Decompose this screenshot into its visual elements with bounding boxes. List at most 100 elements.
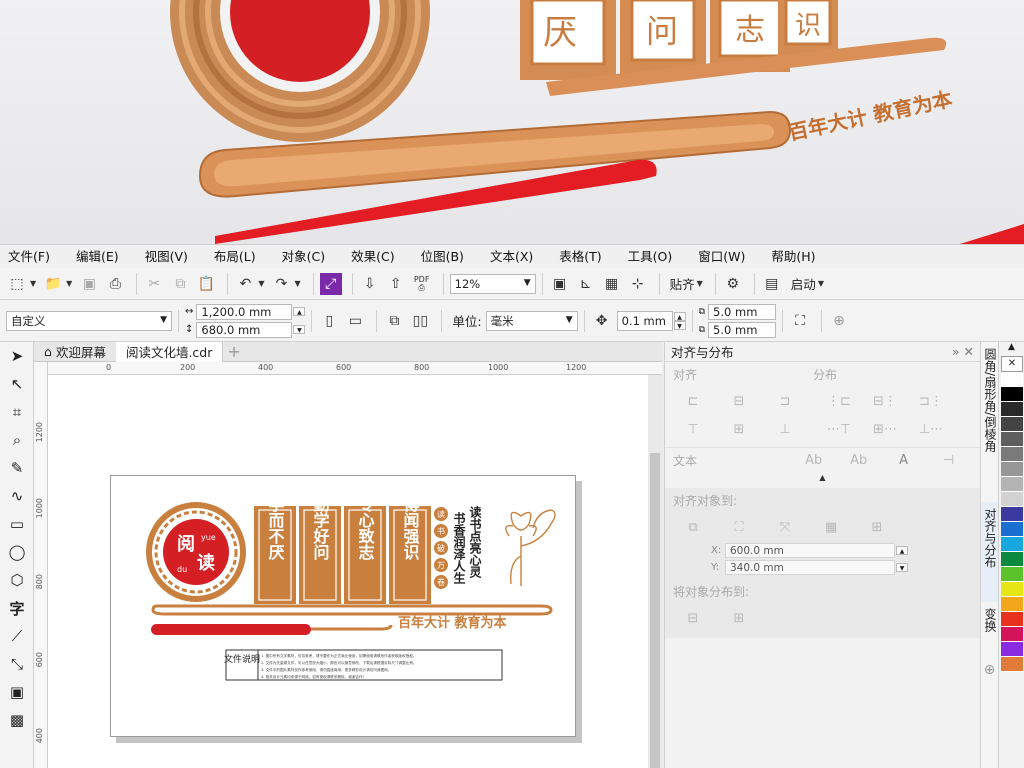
show-guidelines-icon[interactable]: ⊹ bbox=[627, 273, 649, 295]
point-y-input[interactable]: 340.0 mm bbox=[725, 560, 895, 575]
menu-help[interactable]: 帮助(H) bbox=[771, 246, 815, 265]
drawing-canvas[interactable]: 阅 读 yue du 学而不厌 勤学好问 专心致志 博闻强识 读 书 破 万 卷… bbox=[48, 375, 648, 768]
color-swatch[interactable] bbox=[1001, 657, 1023, 672]
current-page-icon[interactable]: ▯▯ bbox=[409, 310, 431, 332]
add-tab-icon[interactable]: + bbox=[227, 342, 240, 361]
page-preset-select[interactable]: 自定义 ▼ bbox=[6, 310, 172, 331]
crop-tool-icon[interactable]: ⌗ bbox=[0, 398, 34, 426]
distribute-left-icon[interactable]: ⋮⊏ bbox=[825, 389, 853, 413]
height-spinner[interactable]: ▼ bbox=[293, 325, 306, 334]
align-left-icon[interactable]: ⊏ bbox=[679, 389, 707, 413]
color-swatch[interactable] bbox=[1001, 432, 1023, 447]
drop-shadow-icon[interactable]: ▣ bbox=[0, 678, 34, 706]
grid-icon[interactable]: ▦ bbox=[817, 515, 845, 539]
color-swatch[interactable] bbox=[1001, 537, 1023, 552]
color-swatch[interactable] bbox=[1001, 552, 1023, 567]
spin-down-icon[interactable]: ▼ bbox=[896, 563, 908, 572]
color-swatch[interactable] bbox=[1001, 492, 1023, 507]
active-objects-icon[interactable]: ⧉ bbox=[679, 515, 707, 539]
menu-tools[interactable]: 工具(O) bbox=[628, 246, 673, 265]
color-swatch[interactable] bbox=[1001, 597, 1023, 612]
snap-to-button[interactable]: 贴齐 bbox=[670, 274, 695, 293]
print-icon[interactable]: ⎙ bbox=[104, 273, 126, 295]
align-right-icon[interactable]: ⊐ bbox=[771, 389, 799, 413]
collapse-icon[interactable]: » bbox=[952, 344, 960, 359]
page-edge-icon[interactable]: ⛶ bbox=[725, 515, 753, 539]
vertical-ruler[interactable]: 1200 1000 800 600 400 bbox=[34, 362, 48, 768]
page-extent-icon[interactable]: ⊞ bbox=[725, 606, 753, 630]
menu-bitmaps[interactable]: 位图(B) bbox=[421, 246, 464, 265]
distribute-bottom-icon[interactable]: ⊥⋯ bbox=[917, 417, 945, 441]
show-grid-icon[interactable]: ▦ bbox=[601, 273, 623, 295]
distribute-top-icon[interactable]: ⋯⊤ bbox=[825, 417, 853, 441]
chevron-down-icon[interactable]: ▼ bbox=[30, 279, 36, 288]
chevron-down-icon[interactable]: ▼ bbox=[818, 279, 824, 288]
align-center-h-icon[interactable]: ⊟ bbox=[725, 389, 753, 413]
page-width-input[interactable]: 1,200.0 mm bbox=[196, 303, 293, 320]
color-swatch[interactable] bbox=[1001, 387, 1023, 402]
vertical-scrollbar[interactable] bbox=[648, 375, 662, 768]
color-swatch[interactable] bbox=[1001, 507, 1023, 522]
menu-effects[interactable]: 效果(C) bbox=[351, 246, 394, 265]
redo-icon[interactable]: ↷ bbox=[270, 273, 292, 295]
menu-text[interactable]: 文本(X) bbox=[490, 246, 533, 265]
pick-tool-icon[interactable]: ➤ bbox=[0, 342, 34, 370]
duplicate-x-input[interactable]: 5.0 mm bbox=[708, 303, 777, 320]
outline-icon[interactable]: ⊣ bbox=[935, 449, 962, 473]
paste-icon[interactable]: 📋 bbox=[195, 273, 217, 295]
color-swatch[interactable] bbox=[1001, 522, 1023, 537]
spin-up-icon[interactable]: ▲ bbox=[673, 311, 686, 321]
point-x-input[interactable]: 600.0 mm bbox=[725, 543, 895, 558]
import-icon[interactable]: ⇩ bbox=[359, 273, 381, 295]
color-swatch[interactable] bbox=[1001, 402, 1023, 417]
save-icon[interactable]: ▣ bbox=[78, 273, 100, 295]
bounding-box-text-icon[interactable]: A bbox=[890, 449, 917, 473]
page-frame-icon[interactable]: ⛶ bbox=[789, 310, 811, 332]
align-center-v-icon[interactable]: ⊞ bbox=[725, 417, 753, 441]
ellipse-tool-icon[interactable]: ◯ bbox=[0, 538, 34, 566]
all-pages-icon[interactable]: ⧉ bbox=[383, 310, 405, 332]
copy-icon[interactable]: ⧉ bbox=[169, 273, 191, 295]
text-tool-icon[interactable]: 字 bbox=[0, 594, 34, 622]
connector-tool-icon[interactable]: ⤡ bbox=[0, 650, 34, 678]
tab-welcome[interactable]: ⌂ 欢迎屏幕 bbox=[34, 342, 116, 362]
application-launcher-icon[interactable]: ▤ bbox=[761, 273, 783, 295]
publish-pdf-button[interactable]: PDF ⎙ bbox=[411, 273, 433, 295]
spin-up-icon[interactable]: ▲ bbox=[896, 546, 908, 555]
nudge-spinner[interactable]: ▲ ▼ bbox=[673, 311, 686, 330]
page-height-input[interactable]: 680.0 mm bbox=[196, 321, 293, 338]
page-center-icon[interactable]: ⤧ bbox=[771, 515, 799, 539]
no-color-swatch[interactable]: ✕ bbox=[1001, 356, 1023, 372]
rectangle-tool-icon[interactable]: ▭ bbox=[0, 510, 34, 538]
x-spinner[interactable]: ▲ bbox=[896, 546, 908, 555]
freehand-tool-icon[interactable]: ✎ bbox=[0, 454, 34, 482]
spin-up-icon[interactable]: ▲ bbox=[293, 307, 306, 316]
palette-scroll-up-icon[interactable]: ▲ bbox=[999, 342, 1024, 356]
search-content-icon[interactable]: ⤢ bbox=[319, 272, 342, 295]
undo-icon[interactable]: ↶ bbox=[234, 273, 256, 295]
color-swatch[interactable] bbox=[1001, 372, 1023, 387]
color-swatch[interactable] bbox=[1001, 627, 1023, 642]
landscape-icon[interactable]: ▭ bbox=[344, 310, 366, 332]
portrait-icon[interactable]: ▯ bbox=[318, 310, 340, 332]
menu-edit[interactable]: 编辑(E) bbox=[76, 246, 119, 265]
first-baseline-icon[interactable]: Ab bbox=[800, 449, 827, 473]
menu-object[interactable]: 对象(C) bbox=[282, 246, 325, 265]
width-spinner[interactable]: ▲ bbox=[293, 307, 306, 316]
transparency-tool-icon[interactable]: ▩ bbox=[0, 706, 34, 734]
chevron-down-icon[interactable]: ▼ bbox=[66, 279, 72, 288]
color-swatch[interactable] bbox=[1001, 417, 1023, 432]
distribute-right-icon[interactable]: ⊐⋮ bbox=[917, 389, 945, 413]
full-screen-icon[interactable]: ▣ bbox=[549, 273, 571, 295]
artistic-media-icon[interactable]: ∿ bbox=[0, 482, 34, 510]
specified-point-icon[interactable]: ⊞ bbox=[863, 515, 891, 539]
menu-view[interactable]: 视图(V) bbox=[145, 246, 188, 265]
add-icon[interactable]: ⊕ bbox=[828, 310, 850, 332]
options-gear-icon[interactable]: ⚙ bbox=[722, 273, 744, 295]
polygon-tool-icon[interactable]: ⬡ bbox=[0, 566, 34, 594]
selection-extent-icon[interactable]: ⊟ bbox=[679, 606, 707, 630]
cut-icon[interactable]: ✂ bbox=[143, 273, 165, 295]
drawing-page[interactable]: 阅 读 yue du 学而不厌 勤学好问 专心致志 博闻强识 读 书 破 万 卷… bbox=[110, 475, 576, 737]
distribute-center-icon[interactable]: ⊟⋮ bbox=[871, 389, 899, 413]
horizontal-ruler[interactable]: 0 200 400 600 800 1000 1200 bbox=[48, 362, 662, 375]
